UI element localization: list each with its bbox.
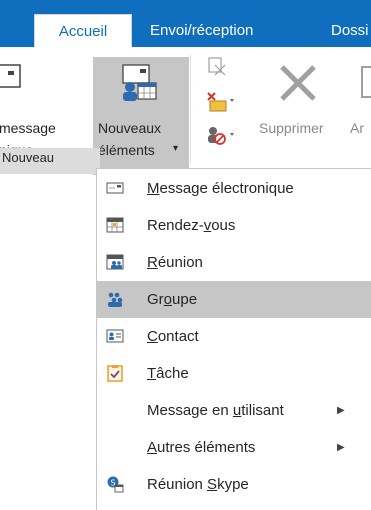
menu-item-label: Tâche — [147, 365, 189, 382]
menu-item-meeting[interactable]: Réunion — [97, 244, 371, 281]
menu-item-group[interactable]: Groupe — [97, 281, 371, 318]
delete-icon[interactable] — [276, 61, 320, 105]
menu-item-label: Groupe — [147, 291, 198, 308]
delete-button-label[interactable]: Supprimer — [259, 120, 324, 136]
meeting-icon — [106, 254, 124, 270]
menu-item-label: Contact — [147, 328, 199, 345]
cleanup-icon[interactable] — [206, 89, 236, 113]
calendar-icon — [106, 217, 124, 233]
tab-accueil[interactable]: Accueil — [34, 14, 132, 47]
menu-item-message-using[interactable]: Message en utilisant ▶ — [97, 392, 371, 429]
menu-item-label: Réunion Skype — [147, 476, 249, 493]
menu-item-appointment[interactable]: Rendez-vous — [97, 207, 371, 244]
archive-button-label[interactable]: Ar — [350, 120, 364, 136]
contact-card-icon — [106, 329, 124, 343]
tab-dossier[interactable]: Dossi — [331, 14, 369, 47]
junk-icon[interactable] — [206, 123, 236, 147]
skype-meeting-icon: S — [107, 476, 124, 493]
menu-item-label: Message en utilisant — [147, 402, 284, 419]
new-items-label-line2: éléments — [98, 142, 155, 158]
menu-item-other-items[interactable]: Autres éléments ▶ — [97, 429, 371, 466]
menu-item-label: Autres éléments — [147, 439, 256, 456]
menu-item-label: Message électronique — [147, 180, 294, 197]
menu-item-skype-meeting[interactable]: S Réunion Skype — [97, 466, 371, 503]
group-icon — [108, 292, 123, 307]
new-email-button[interactable]: message nique — [0, 47, 92, 158]
group-separator — [190, 55, 191, 163]
menu-item-contact[interactable]: Contact — [97, 318, 371, 355]
menu-item-email-message[interactable]: Message électronique — [97, 170, 371, 207]
menu-item-label: Réunion — [147, 254, 203, 271]
new-email-label-line1: message — [0, 120, 56, 136]
new-items-icon — [122, 64, 157, 101]
archive-icon[interactable] — [360, 61, 371, 105]
new-items-label-line1: Nouveaux — [98, 120, 162, 136]
group-label-nouveau: Nouveau — [2, 150, 55, 165]
new-items-dropdown-menu: Message électronique Rendez-vous Réunion — [96, 168, 371, 510]
ribbon-tab-bar: Accueil Envoi/réception Dossi — [0, 0, 371, 47]
tab-envoi-reception[interactable]: Envoi/réception — [150, 14, 253, 47]
menu-item-task[interactable]: Tâche — [97, 355, 371, 392]
submenu-arrow-icon: ▶ — [337, 442, 345, 453]
email-icon — [106, 182, 124, 194]
task-icon — [107, 365, 123, 382]
ignore-icon[interactable] — [206, 55, 228, 77]
ribbon-home: message nique Nouveaux éléments ▾ — [0, 47, 371, 175]
menu-item-label: Rendez-vous — [147, 217, 236, 234]
submenu-arrow-icon: ▶ — [337, 405, 345, 416]
chevron-down-icon: ▾ — [173, 143, 179, 154]
new-email-icon — [0, 64, 21, 88]
